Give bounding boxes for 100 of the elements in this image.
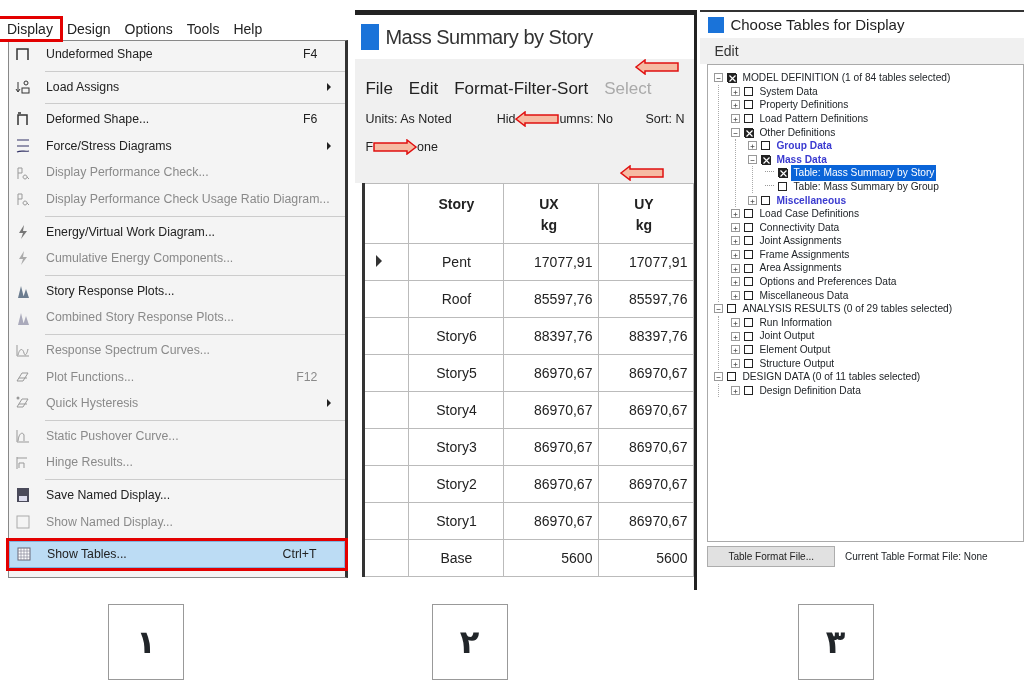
tree-item[interactable]: Structure Output — [757, 355, 837, 371]
expander-icon[interactable] — [731, 114, 741, 124]
checkbox[interactable] — [778, 168, 788, 178]
checkbox[interactable] — [761, 195, 771, 205]
tree-item[interactable]: ANALYSIS RESULTS (0 of 29 tables selected) — [740, 301, 955, 317]
table-cell: 86970,67 — [503, 502, 599, 540]
menu-item[interactable]: Edit — [714, 40, 739, 62]
table-cell: Story2 — [408, 465, 504, 503]
expander-icon[interactable] — [731, 345, 741, 355]
checkbox[interactable] — [761, 154, 771, 164]
tree-item[interactable]: Connectivity Data — [757, 219, 842, 235]
tree-item[interactable]: Joint Assignments — [757, 233, 844, 249]
expander-icon[interactable] — [714, 304, 724, 314]
checkbox[interactable] — [778, 182, 788, 192]
expander-icon[interactable] — [731, 318, 741, 327]
checkbox[interactable] — [744, 209, 754, 219]
checkbox[interactable] — [744, 127, 754, 137]
table-cell: Story6 — [408, 317, 504, 355]
tree-item[interactable]: Frame Assignments — [757, 246, 852, 263]
menu-item[interactable]: Tools — [179, 19, 227, 39]
tree-item[interactable]: Element Output — [757, 342, 833, 358]
menu-item[interactable]: File — [365, 75, 393, 101]
checkbox[interactable] — [744, 236, 754, 246]
table-cell: 5600 — [503, 539, 599, 577]
expander-icon[interactable] — [731, 358, 741, 368]
column-header: UX — [538, 195, 560, 214]
tree-item[interactable]: Group Data — [774, 138, 834, 154]
tree-item[interactable]: Miscellaneous — [774, 192, 849, 208]
checkbox[interactable] — [744, 331, 754, 341]
checkbox[interactable] — [761, 141, 771, 151]
menu-item[interactable]: Deformed Shape... F6 — [9, 106, 346, 133]
tree-item[interactable]: Run Information — [757, 314, 834, 331]
menu-item[interactable]: Save Named Display... — [9, 481, 346, 509]
tree-item[interactable]: System Data — [757, 83, 820, 100]
tree-item[interactable]: DESIGN DATA (0 of 11 tables selected) — [740, 369, 923, 385]
menu-item[interactable]: Format-Filter-Sort — [454, 75, 589, 101]
checkbox[interactable] — [727, 73, 737, 83]
menu-item[interactable]: Undeformed Shape F4 — [9, 41, 346, 74]
expander-icon[interactable] — [731, 263, 741, 273]
checkbox[interactable] — [744, 345, 754, 355]
arrow-icon — [515, 111, 560, 128]
menu-item[interactable]: Display — [0, 19, 60, 39]
checkbox[interactable] — [744, 385, 754, 395]
tree-item[interactable]: Load Case Definitions — [757, 206, 862, 222]
checkbox[interactable] — [744, 318, 754, 327]
checkbox[interactable] — [727, 372, 737, 382]
checkbox[interactable] — [744, 114, 754, 124]
menu-item[interactable]: Load Assigns — [9, 73, 346, 107]
menu-item[interactable]: Help — [226, 19, 270, 39]
menu-item[interactable]: Options — [117, 19, 180, 39]
expander-icon[interactable] — [748, 141, 758, 151]
tree-item[interactable]: Load Pattern Definitions — [757, 110, 871, 127]
menu-item[interactable]: Edit — [408, 75, 439, 101]
expander-icon[interactable] — [731, 209, 741, 219]
expander-icon[interactable] — [748, 154, 758, 164]
expander-icon[interactable] — [748, 195, 758, 205]
expander-icon[interactable] — [731, 86, 741, 96]
tree-item[interactable]: Area Assignments — [757, 260, 844, 276]
submenu-arrow-icon — [327, 82, 332, 91]
tree-item[interactable]: Other Definitions — [757, 124, 838, 140]
tree-item[interactable]: Mass Data — [774, 151, 829, 167]
menu-item[interactable]: Force/Stress Diagrams — [9, 132, 346, 160]
save-icon — [15, 487, 31, 504]
tree-item[interactable]: Joint Output — [757, 328, 817, 344]
expander-icon[interactable] — [731, 127, 741, 137]
tree-item[interactable]: Property Definitions — [757, 97, 851, 113]
expander-icon[interactable] — [731, 222, 741, 232]
tree-item[interactable]: MODEL DEFINITION (1 of 84 tables selected) — [740, 70, 953, 86]
checkbox[interactable] — [744, 222, 754, 232]
checkbox[interactable] — [744, 86, 754, 96]
checkbox[interactable] — [744, 263, 754, 273]
table-cell: 17077,91 — [598, 243, 694, 281]
table-cell: Story3 — [408, 428, 504, 466]
expander-icon[interactable] — [714, 73, 724, 83]
menu-item[interactable]: Story Response Plots... — [9, 277, 346, 305]
tree-item[interactable]: Table: Mass Summary by Story — [791, 165, 937, 181]
table-format-button[interactable]: Table Format File... — [707, 546, 836, 567]
table-cell: Story4 — [408, 391, 504, 429]
expander-icon[interactable] — [731, 100, 741, 110]
checkbox[interactable] — [744, 277, 754, 287]
menu-item[interactable]: Design — [59, 19, 118, 39]
tree-item[interactable]: Table: Mass Summary by Group — [791, 178, 941, 195]
expander-icon[interactable] — [731, 290, 741, 300]
expander-icon[interactable] — [714, 372, 724, 382]
tree-item[interactable]: Design Definition Data — [757, 382, 863, 399]
tree-item[interactable]: Options and Preferences Data — [757, 274, 899, 290]
expander-icon[interactable] — [731, 385, 741, 395]
expander-icon[interactable] — [731, 250, 741, 259]
checkbox[interactable] — [744, 250, 754, 259]
table-cell: 17077,91 — [503, 243, 599, 281]
checkbox[interactable] — [744, 100, 754, 110]
expander-icon[interactable] — [731, 277, 741, 287]
tree-item[interactable]: Miscellaneous Data — [757, 287, 851, 303]
menu-item[interactable]: Show Tables... Ctrl+T — [9, 541, 346, 568]
expander-icon[interactable] — [731, 331, 741, 341]
checkbox[interactable] — [744, 358, 754, 368]
checkbox[interactable] — [744, 290, 754, 300]
checkbox[interactable] — [727, 304, 737, 314]
menu-item[interactable]: Energy/Virtual Work Diagram... — [9, 218, 346, 246]
expander-icon[interactable] — [731, 236, 741, 246]
